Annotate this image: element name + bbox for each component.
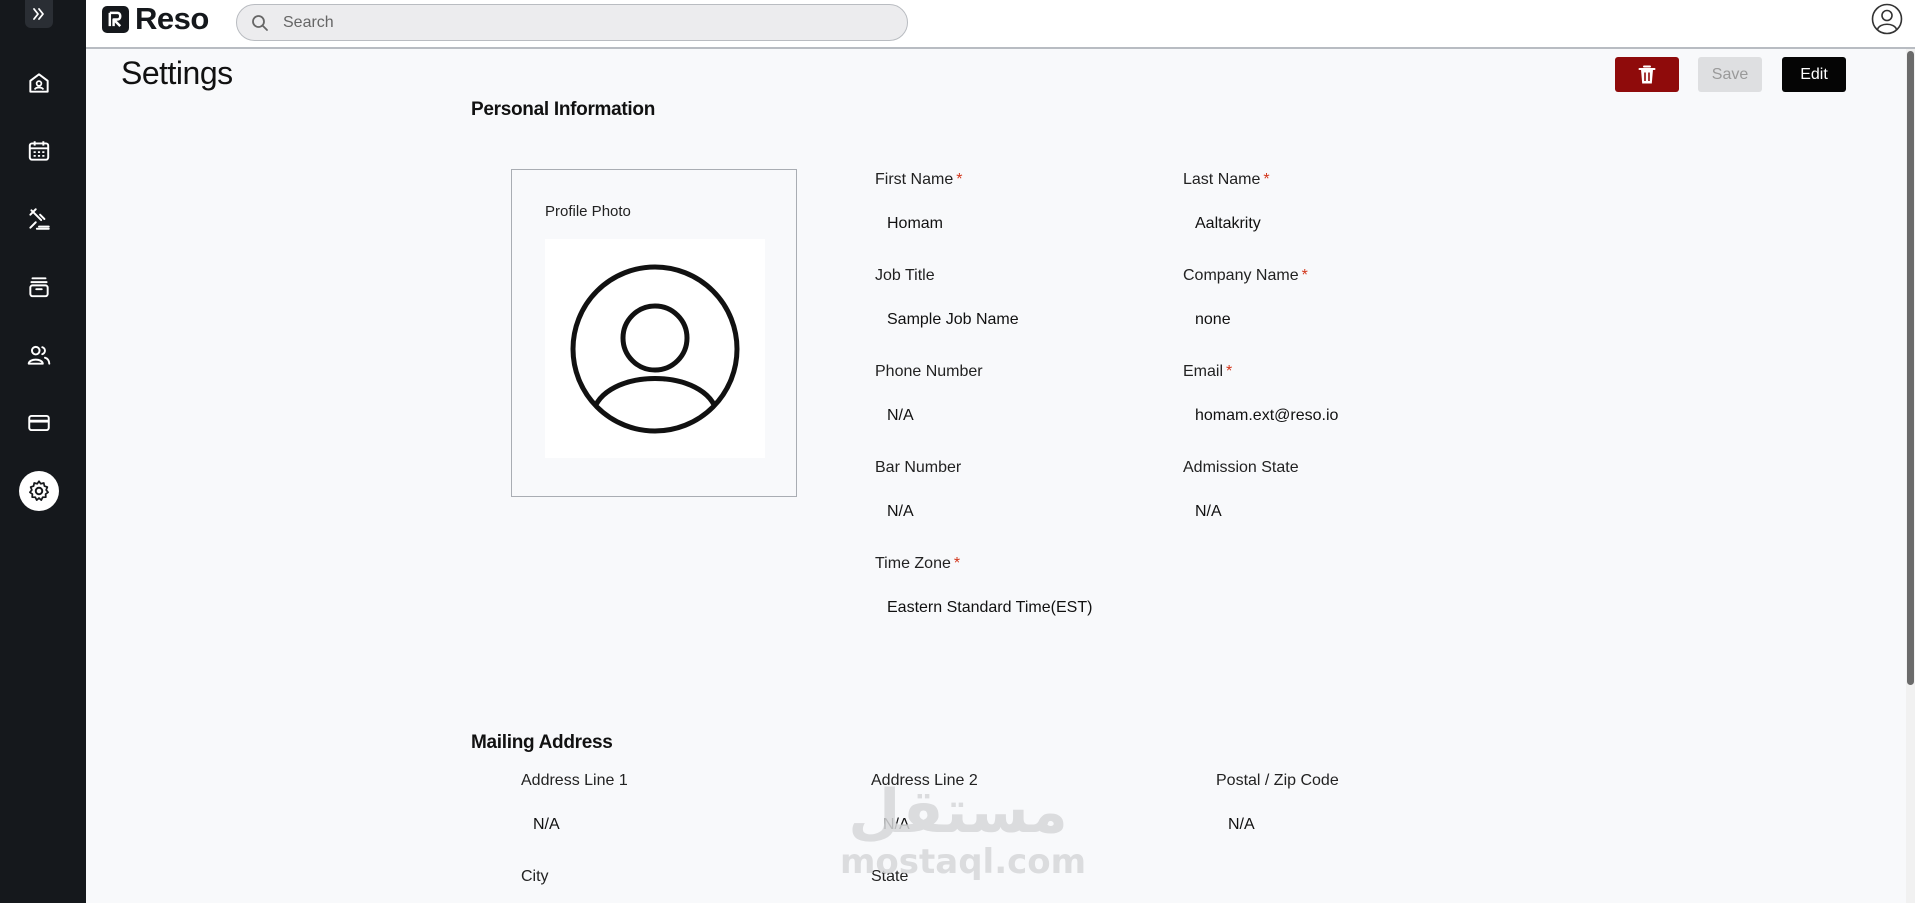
sidebar-item-calendar[interactable]	[19, 131, 59, 171]
user-menu-button[interactable]	[1871, 3, 1903, 35]
users-icon	[27, 345, 51, 365]
trash-icon	[1638, 65, 1656, 83]
scrollbar-thumb[interactable]	[1907, 51, 1914, 685]
watermark: مستقل mostaql.com	[840, 777, 1087, 882]
double-chevron-right-icon	[33, 8, 44, 20]
edit-button[interactable]: Edit	[1782, 57, 1846, 92]
admission-state-value: N/A	[1195, 503, 1222, 520]
city-label: City	[521, 868, 549, 885]
bar-number-label: Bar Number	[875, 459, 962, 476]
user-avatar-icon	[570, 264, 740, 433]
top-bar: Reso	[86, 0, 1915, 49]
home-icon	[29, 73, 49, 93]
search-icon	[252, 14, 268, 31]
job-title-value: Sample Job Name	[887, 311, 1019, 328]
sidebar-item-settings[interactable]	[19, 471, 59, 511]
page-scrollbar[interactable]	[1906, 49, 1915, 903]
gavel-icon	[29, 208, 50, 230]
page-title: Settings	[121, 55, 233, 91]
reso-logo-icon	[102, 5, 129, 33]
user-avatar-icon	[1871, 3, 1903, 35]
app-logo[interactable]: Reso	[102, 1, 209, 36]
watermark-latin: mostaql.com	[840, 842, 1087, 882]
app-name: Reso	[135, 1, 209, 36]
company-name-label: Company Name *	[1183, 267, 1308, 284]
save-button[interactable]: Save	[1698, 57, 1762, 92]
profile-photo-card: Profile Photo	[511, 169, 797, 497]
first-name-label: First Name *	[875, 171, 963, 188]
time-zone-label: Time Zone *	[875, 555, 961, 572]
required-marker: *	[1263, 171, 1270, 188]
sidebar-item-archive[interactable]	[19, 267, 59, 307]
last-name-value: Aaltakrity	[1195, 215, 1261, 232]
postal-code-value: N/A	[1228, 816, 1255, 833]
time-zone-value: Eastern Standard Time(EST)	[887, 599, 1093, 616]
archive-icon	[29, 277, 49, 298]
sidebar-item-cases[interactable]	[19, 199, 59, 239]
sidebar-item-users[interactable]	[19, 335, 59, 375]
required-marker: *	[1301, 267, 1308, 284]
mailing-address-heading: Mailing Address	[471, 732, 613, 753]
watermark-arabic: مستقل	[848, 777, 1068, 847]
admission-state-label: Admission State	[1183, 459, 1299, 476]
last-name-label: Last Name *	[1183, 171, 1270, 188]
personal-information-heading: Personal Information	[471, 99, 656, 120]
phone-number-label: Phone Number	[875, 363, 983, 380]
credit-card-icon	[28, 414, 50, 432]
required-marker: *	[956, 171, 963, 188]
search-bar[interactable]	[236, 4, 908, 41]
first-name-value: Homam	[887, 215, 944, 232]
postal-code-label: Postal / Zip Code	[1216, 772, 1339, 789]
company-name-value: none	[1195, 311, 1231, 328]
search-input[interactable]	[283, 13, 843, 32]
bar-number-value: N/A	[887, 503, 914, 520]
sidebar	[0, 0, 86, 903]
email-label: Email *	[1183, 363, 1233, 380]
required-marker: *	[1226, 363, 1233, 380]
gear-icon	[29, 480, 49, 501]
profile-photo-label: Profile Photo	[545, 203, 631, 220]
phone-number-value: N/A	[887, 407, 914, 424]
address-line-1-value: N/A	[533, 816, 560, 833]
sidebar-item-billing[interactable]	[19, 403, 59, 443]
email-value: homam.ext@reso.io	[1195, 407, 1339, 424]
sidebar-item-home[interactable]	[19, 63, 59, 103]
calendar-icon	[28, 141, 50, 161]
expand-sidebar-button[interactable]	[25, 0, 53, 28]
delete-button[interactable]	[1615, 57, 1679, 92]
job-title-label: Job Title	[875, 267, 935, 284]
address-line-1-label: Address Line 1	[521, 772, 628, 789]
required-marker: *	[953, 555, 961, 572]
profile-photo[interactable]	[545, 239, 765, 458]
